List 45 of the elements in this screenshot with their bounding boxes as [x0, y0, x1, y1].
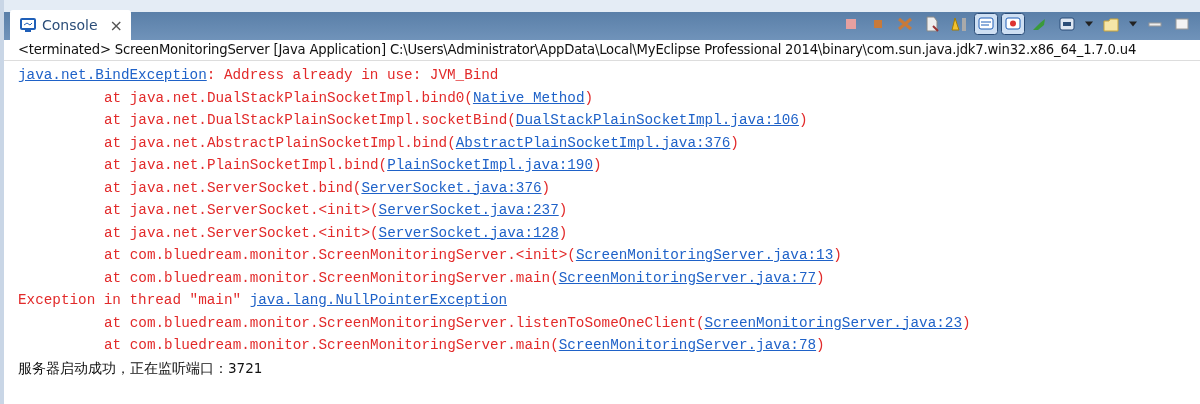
dropdown-icon[interactable] [1084, 20, 1094, 28]
stack-trace-link[interactable]: DualStackPlainSocketImpl.java:106 [515, 112, 799, 128]
error-text: ) [593, 157, 602, 173]
error-text: at java.net.DualStackPlainSocketImpl.bind0( [104, 89, 473, 106]
stack-trace-link[interactable]: ScreenMonitoringServer.java:77 [558, 269, 817, 286]
console-output: 服务器启动成功，正在监听端口：3721 [18, 359, 263, 376]
error-text: ) [730, 134, 739, 151]
process-info: <terminated> ScreenMonitoringServer [Java Application] C:\Users\Administrator\AppData\Local\MyEclipse Professional 2014\binary\com.sun.java.jdk7.win32.x86_64_1.7.0.u4 [4, 40, 1200, 61]
stack-trace-link[interactable]: ServerSocket.java:128 [378, 224, 559, 241]
error-text: at java.net.ServerSocket.<init>( [104, 202, 379, 218]
stack-trace-link[interactable]: java.lang.NullPointerException [249, 292, 508, 308]
console-tab[interactable]: Console × [10, 10, 131, 40]
stack-trace-link[interactable]: PlainSocketImpl.java:190 [387, 157, 594, 173]
stack-trace-link[interactable]: ServerSocket.java:376 [361, 179, 542, 196]
error-text: ) [541, 179, 551, 196]
error-text: at java.net.AbstractPlainSocketImpl.bind( [104, 134, 456, 151]
error-text: ) [816, 337, 825, 353]
error-text: at java.net.DualStackPlainSocketImpl.socketBind( [104, 112, 516, 128]
stack-trace-link[interactable]: ScreenMonitoringServer.java:78 [558, 337, 817, 353]
error-text: ) [798, 112, 808, 128]
error-text: ) [558, 202, 568, 218]
stack-trace-link[interactable]: AbstractPlainSocketImpl.java:376 [455, 134, 731, 151]
error-text: at com.bluedream.monitor.ScreenMonitoringServer.main( [104, 269, 559, 286]
error-text: ) [961, 314, 971, 331]
stack-trace-link[interactable]: java.net.BindException [18, 67, 207, 83]
stack-trace-link[interactable]: Native Method [472, 89, 585, 106]
stack-trace-link[interactable]: ScreenMonitoringServer.java:13 [575, 247, 834, 263]
error-text: at com.bluedream.monitor.ScreenMonitoringServer.main( [104, 337, 559, 353]
console-icon [20, 17, 36, 33]
error-text: Exception in thread "main" [18, 292, 243, 308]
error-text: at com.bluedream.monitor.ScreenMonitoringServer.<init>( [104, 247, 576, 263]
error-text: ) [584, 89, 594, 106]
error-text: at java.net.PlainSocketImpl.bind( [104, 157, 388, 173]
error-text: ) [558, 224, 568, 241]
error-text: at com.bluedream.monitor.ScreenMonitoringServer.listenToSomeOneClient( [104, 314, 705, 331]
monitor-icon[interactable] [1001, 13, 1025, 35]
dropdown-icon[interactable] [1128, 20, 1138, 28]
stack-trace-link[interactable]: ScreenMonitoringServer.java:23 [704, 314, 962, 331]
monitor-icon[interactable] [974, 13, 998, 35]
error-text: : Address already in use: JVM_Bind [206, 67, 499, 83]
error-text: at java.net.ServerSocket.bind( [104, 179, 362, 196]
error-text: at java.net.ServerSocket.<init>( [104, 224, 379, 241]
stack-trace-link[interactable]: ServerSocket.java:237 [378, 202, 559, 218]
error-text: ) [833, 247, 842, 263]
error-text: ) [816, 269, 825, 286]
